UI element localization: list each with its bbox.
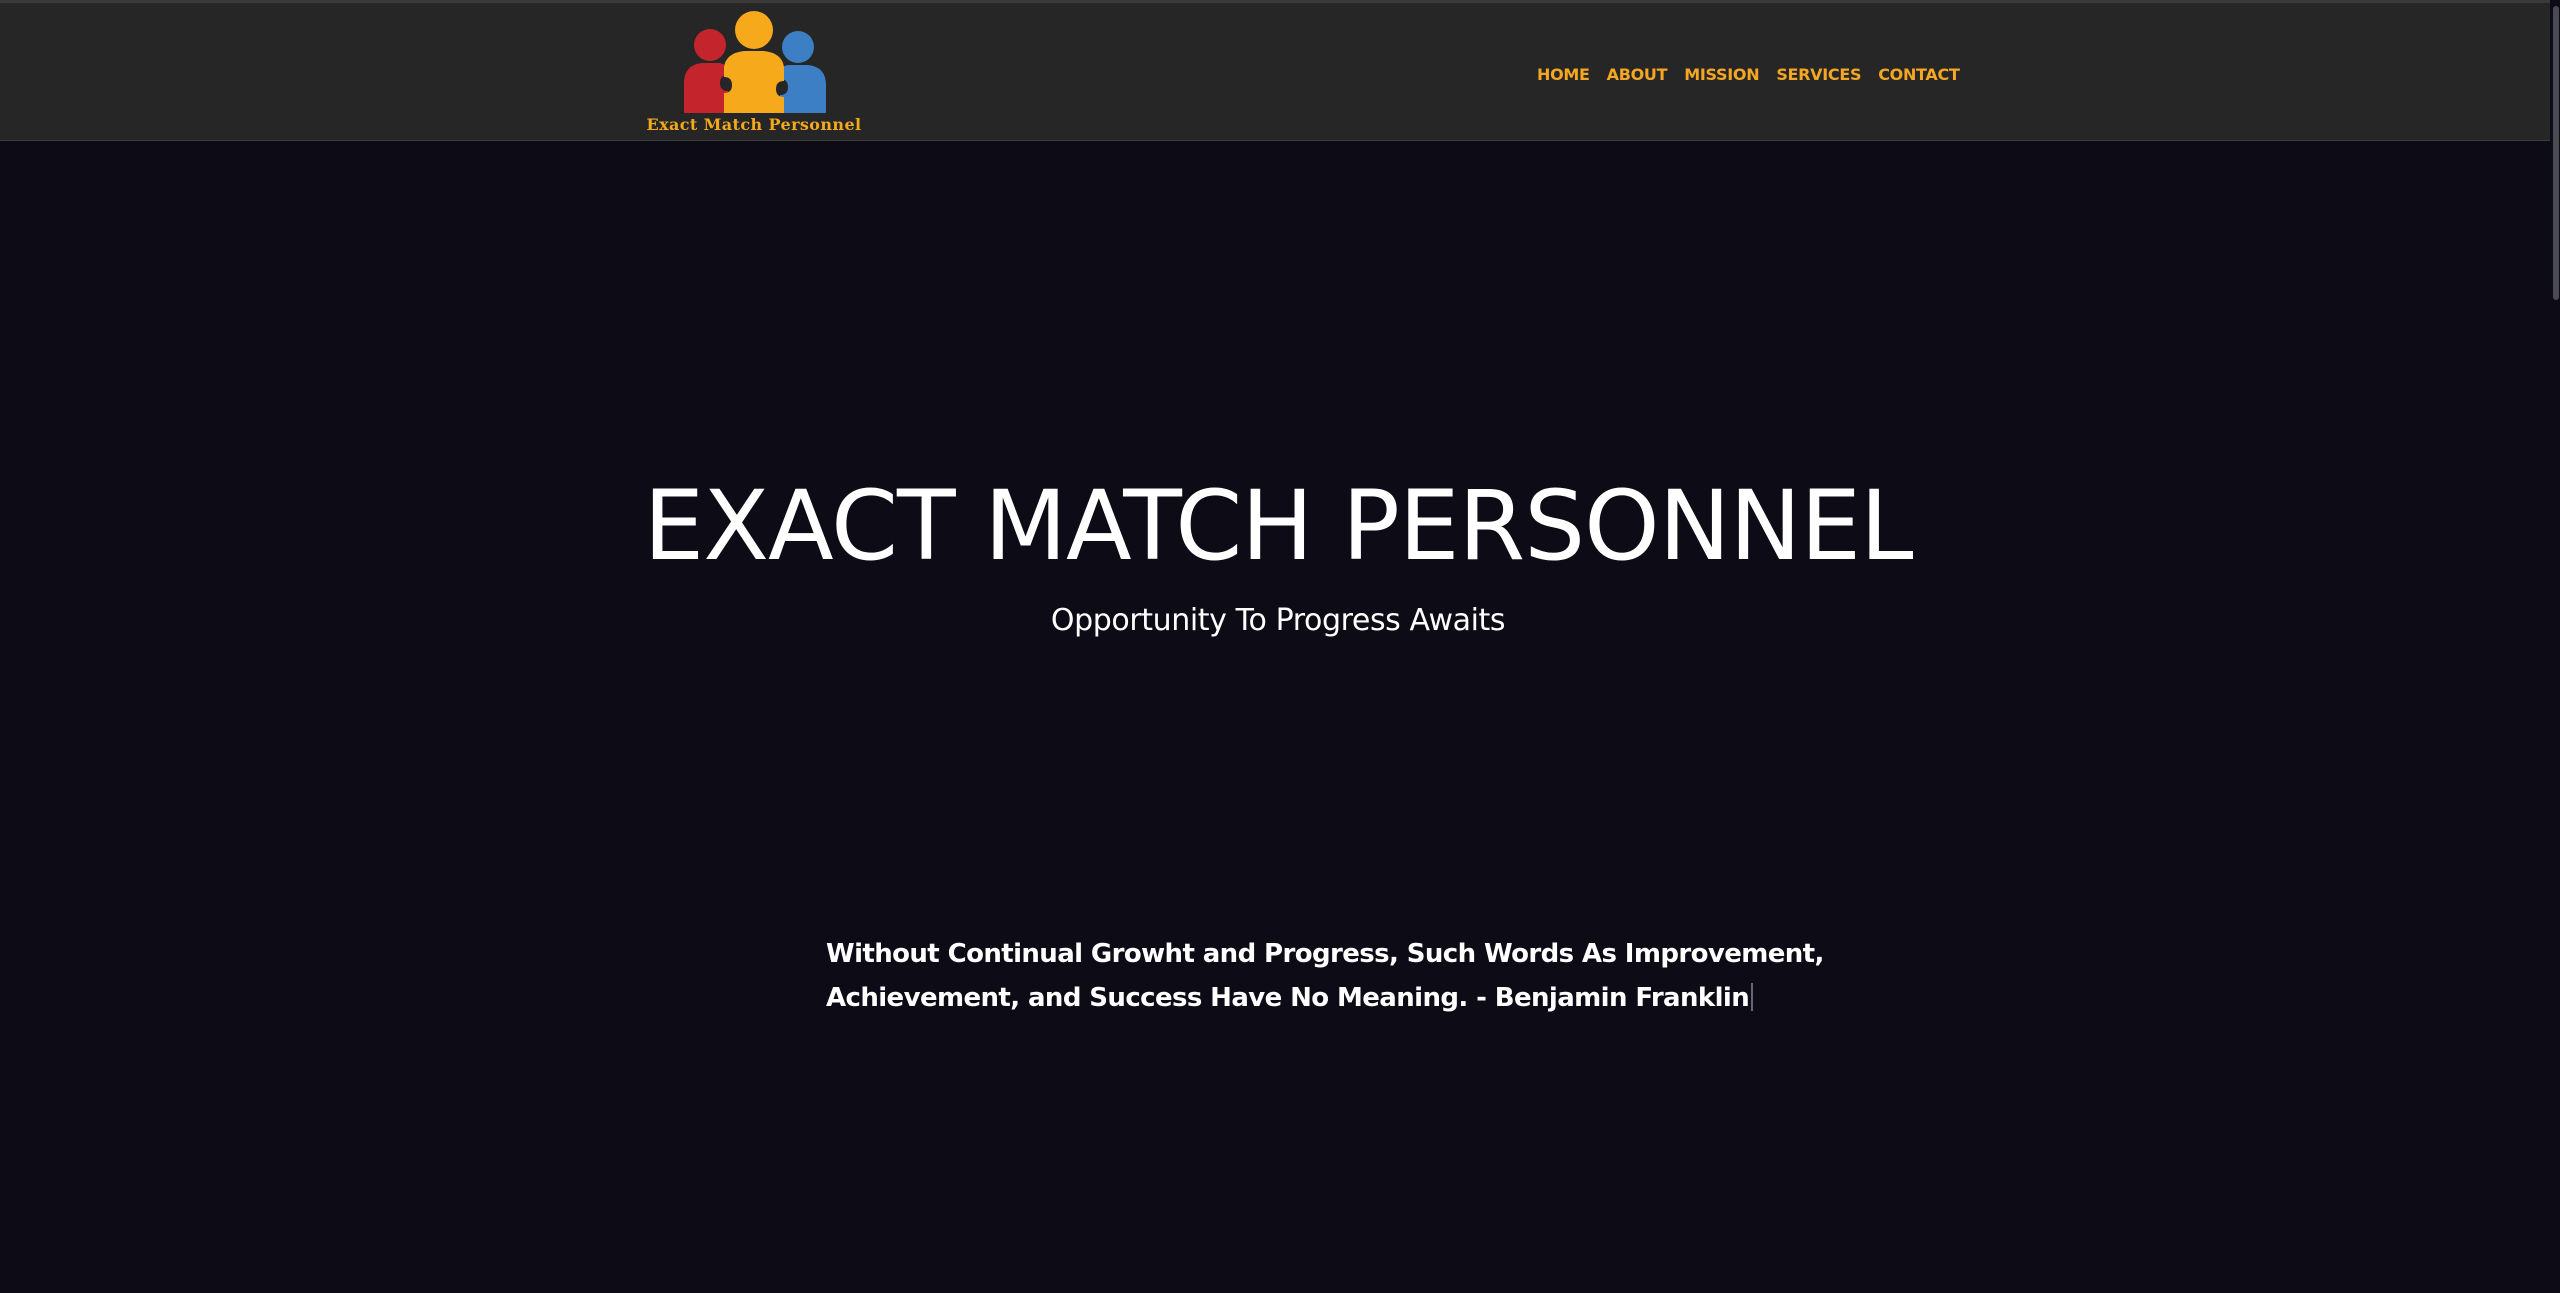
main-nav: HOME ABOUT MISSION SERVICES CONTACT [1537, 65, 1960, 84]
nav-about[interactable]: ABOUT [1607, 65, 1668, 84]
logo-text: Exact Match Personnel [646, 115, 862, 134]
quote: Without Continual Growht and Progress, S… [826, 932, 1824, 1020]
page: Exact Match Personnel HOME ABOUT MISSION… [0, 0, 2560, 1293]
quote-line-1: Without Continual Growht and Progress, S… [826, 939, 1824, 969]
typing-cursor [1751, 983, 1754, 1011]
scrollbar[interactable] [2550, 0, 2560, 1293]
hero-title: EXACT MATCH PERSONNEL [643, 470, 1914, 582]
nav-mission[interactable]: MISSION [1684, 65, 1759, 84]
logo[interactable]: Exact Match Personnel [644, 9, 864, 137]
quote-line-2-wrap: Achievement, and Success Have No Meaning… [826, 976, 1754, 1020]
quote-line-2: Achievement, and Success Have No Meaning… [826, 983, 1750, 1013]
three-people-puzzle-logo-icon [680, 11, 828, 113]
hero-subtitle: Opportunity To Progress Awaits [1050, 603, 1506, 638]
scrollbar-thumb[interactable] [2553, 6, 2559, 300]
nav-home[interactable]: HOME [1537, 65, 1590, 84]
site-header: Exact Match Personnel HOME ABOUT MISSION… [0, 0, 2560, 141]
nav-contact[interactable]: CONTACT [1878, 65, 1960, 84]
nav-services[interactable]: SERVICES [1776, 65, 1861, 84]
